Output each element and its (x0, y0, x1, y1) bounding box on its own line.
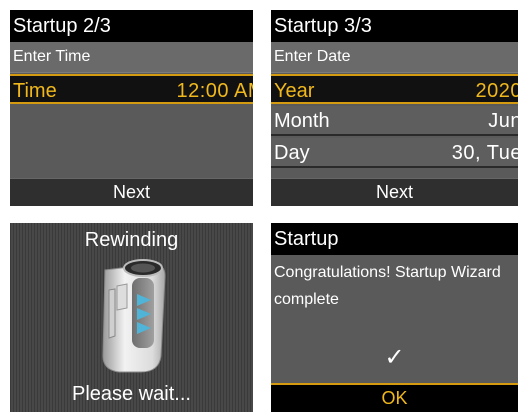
month-label: Month (274, 110, 330, 132)
check-icon: ✓ (384, 344, 405, 371)
completion-message: Congratulations! Startup Wizard complete (274, 264, 501, 308)
screen-startup-complete: Startup Congratulations! Startup Wizard … (271, 223, 518, 412)
screen-subtitle: Enter Date (271, 42, 518, 73)
ok-button[interactable]: OK (271, 383, 518, 412)
month-value: Jun (488, 110, 518, 132)
screen-title: Startup 2/3 (10, 10, 253, 42)
time-row[interactable]: Time 12:00 AM (10, 74, 253, 104)
year-label: Year (274, 80, 315, 102)
screen-enter-date: Startup 3/3 Enter Date Year 2020 Month J… (271, 10, 518, 206)
day-row[interactable]: Day 30, Tue (271, 138, 518, 168)
time-label: Time (13, 80, 57, 102)
day-label: Day (274, 142, 310, 164)
year-row[interactable]: Year 2020 (271, 74, 518, 104)
time-value: 12:00 AM (176, 80, 253, 102)
insulin-pump-illustration (102, 259, 166, 373)
screen-enter-time: Startup 2/3 Enter Time Time 12:00 AM Nex… (10, 10, 253, 206)
status-text: Please wait... (72, 383, 191, 405)
screen-title: Startup 3/3 (271, 10, 518, 42)
screen-title: Rewinding (84, 229, 179, 251)
screen-subtitle: Enter Time (10, 42, 253, 73)
screen-rewinding: Rewinding Please wait... (10, 223, 253, 412)
month-row[interactable]: Month Jun (271, 106, 518, 136)
screen-title: Startup (271, 223, 518, 255)
year-value: 2020 (475, 80, 519, 102)
next-button[interactable]: Next (271, 178, 518, 206)
day-value: 30, Tue (451, 142, 518, 164)
next-button[interactable]: Next (10, 178, 253, 206)
